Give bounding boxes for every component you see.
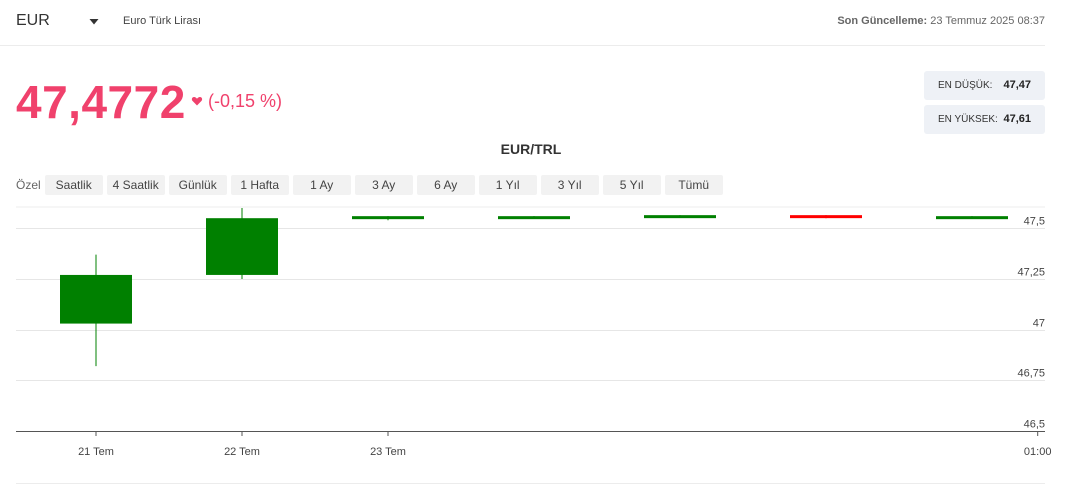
range-button-3-ay[interactable]: 3 Ay	[354, 175, 413, 195]
y-axis-tick-label: 46,5	[1024, 419, 1045, 431]
y-axis-tick-label: 47	[1033, 318, 1045, 330]
header-bar: EUR Euro Türk Lirası Son Güncelleme: 23 …	[0, 0, 1045, 46]
candle-body	[644, 215, 716, 219]
caret-down-icon[interactable]	[88, 14, 100, 28]
x-axis-tick-label: 23 Tem	[370, 446, 406, 458]
range-button-6-ay[interactable]: 6 Ay	[416, 175, 475, 195]
range-custom-label[interactable]: Özel	[16, 178, 41, 192]
daily-high-label: EN YÜKSEK:	[938, 114, 998, 125]
range-button-1-hafta[interactable]: 1 Hafta	[230, 175, 289, 195]
candle-body	[498, 216, 570, 220]
last-updated-value: 23 Temmuz 2025 08:37	[930, 15, 1045, 27]
range-button-3-yil[interactable]: 3 Yıl	[540, 175, 599, 195]
current-price: 47,4772	[16, 76, 186, 128]
range-button-1-ay[interactable]: 1 Ay	[292, 175, 351, 195]
y-axis-tick-label: 46,75	[1017, 368, 1045, 380]
candle-body	[60, 274, 132, 324]
candle-body	[936, 216, 1008, 220]
price-change: (-0,15 %)	[208, 91, 283, 111]
range-button-4-saatlik[interactable]: 4 Saatlik	[106, 175, 165, 195]
last-updated-label: Son Güncelleme:	[837, 15, 928, 27]
range-button-saatlik[interactable]: Saatlik	[44, 175, 103, 195]
range-button-1-yil[interactable]: 1 Yıl	[478, 175, 537, 195]
daily-high-value: 47,61	[1003, 113, 1031, 125]
currency-code[interactable]: EUR	[16, 12, 50, 30]
daily-low-label: EN DÜŞÜK:	[938, 80, 993, 91]
y-axis-tick-label: 47,25	[1017, 267, 1045, 279]
range-button-tumu[interactable]: Tümü	[664, 175, 723, 195]
candlestick-chart[interactable]: 46,5 46,75 47 47,25 47,5 21 Tem 22 Tem 23 Tem 01…	[0, 200, 1062, 470]
time-range-selector: Özel Saatlik 4 Saatlik Günlük 1 Hafta 1 …	[16, 175, 727, 195]
chart-title: EUR/TRL	[500, 141, 562, 157]
candle-body	[206, 218, 278, 275]
x-axis-tick-label: 21 Tem	[78, 446, 114, 458]
candle-body	[790, 215, 862, 219]
x-axis-tick-label: 01:00	[1024, 446, 1052, 458]
last-updated: Son Güncelleme: 23 Temmuz 2025 08:37	[837, 15, 1045, 27]
currency-name: Euro Türk Lirası	[123, 15, 202, 27]
range-button-gunluk[interactable]: Günlük	[168, 175, 227, 195]
range-button-5-yil[interactable]: 5 Yıl	[602, 175, 661, 195]
bottom-divider	[16, 483, 1045, 484]
daily-high-box: EN YÜKSEK: 47,61	[924, 105, 1045, 134]
y-axis-tick-label: 47,5	[1024, 216, 1045, 228]
daily-low-value: 47,47	[1003, 79, 1031, 91]
daily-low-box: EN DÜŞÜK: 47,47	[924, 71, 1045, 100]
heart-down-icon	[191, 96, 203, 106]
candle-body	[352, 216, 424, 220]
x-axis-tick-label: 22 Tem	[224, 446, 260, 458]
